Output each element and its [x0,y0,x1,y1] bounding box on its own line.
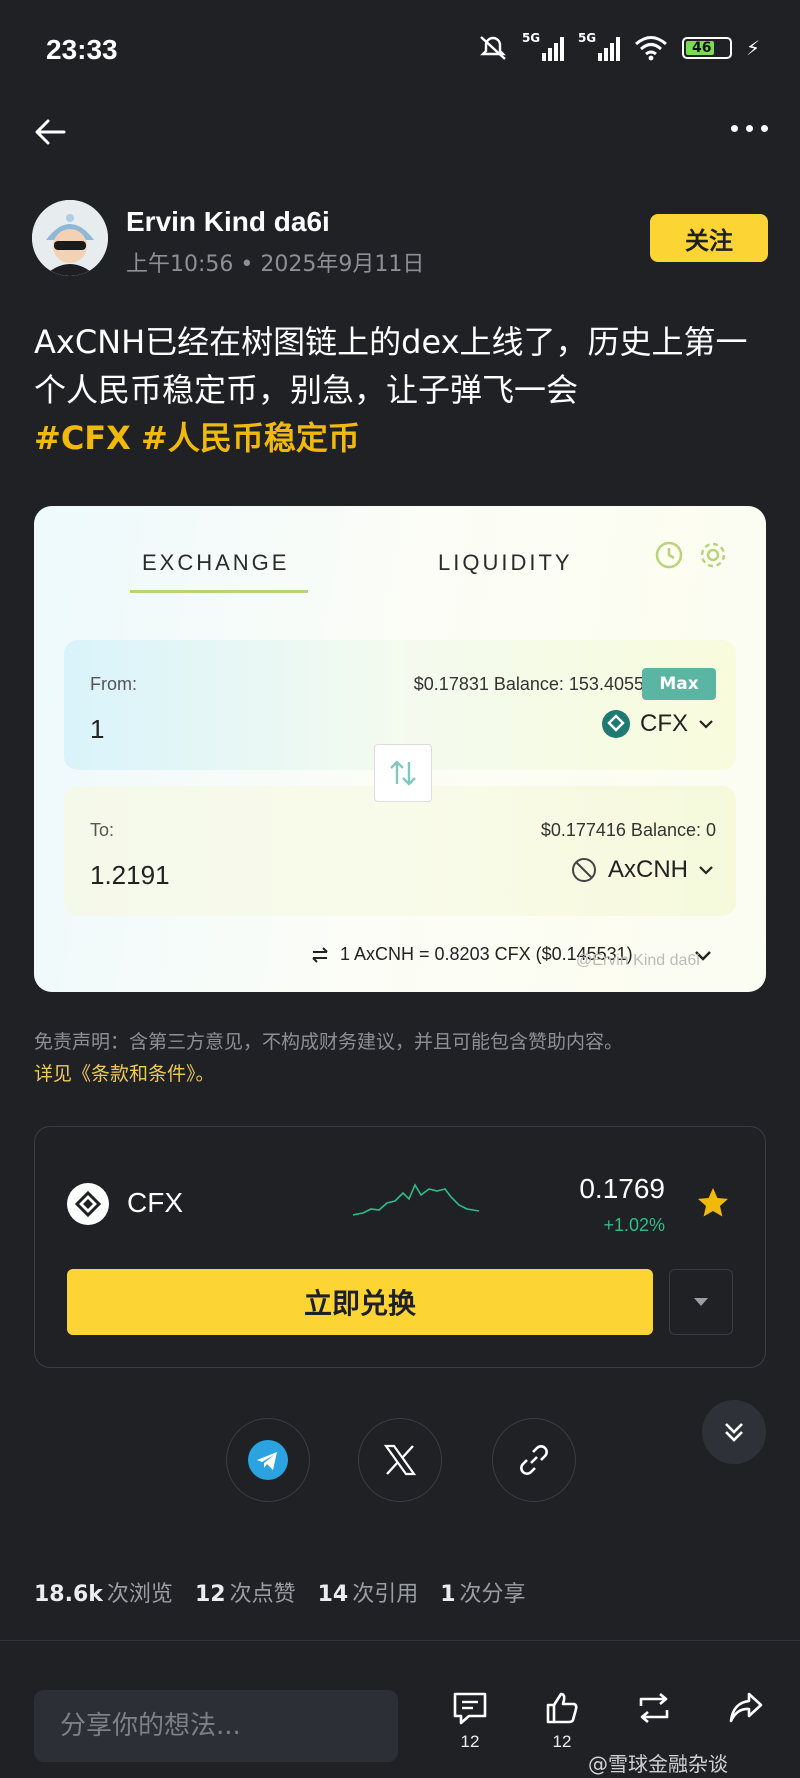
follow-button[interactable]: 关注 [650,214,768,262]
share-telegram-button[interactable] [226,1418,310,1502]
tab-liquidity: LIQUIDITY [438,550,573,575]
max-button: Max [642,668,716,700]
double-chevron-down-icon [725,1423,743,1442]
swap-horizontal-icon [312,946,328,963]
signal-5g-icon-2: 5G [578,31,620,61]
post-image-swap-widget[interactable]: EXCHANGE LIQUIDITY From: $0.17831 Balanc… [34,506,766,992]
thumbs-up-icon [546,1692,578,1724]
active-tab-indicator [130,590,308,593]
to-balance: $0.177416 Balance: 0 [540,820,716,840]
image-watermark: @Ervin Kind da6i [576,952,700,969]
repost-button[interactable] [624,1690,684,1726]
cfx-logo-icon [67,1183,109,1225]
chevron-down-icon [699,866,713,875]
screenshot-watermark: @雪球金融杂谈 [588,1752,728,1776]
comment-count: 12 [460,1732,480,1751]
terms-link[interactable]: 详见《条款和条件》。 [34,1063,215,1085]
no-logo-icon [571,858,596,882]
copy-link-button[interactable] [492,1418,576,1502]
chevron-down-icon [699,720,713,729]
stat-views: 18.6k 次浏览 [34,1582,173,1607]
hashtag-rmb-stablecoin[interactable]: #人民币稳定币 [141,419,360,457]
back-button[interactable] [30,110,74,154]
status-bar: 23:33 5G 5G 46 ⚡ [0,0,800,100]
from-balance: $0.17831 Balance: 153.40552 [413,674,654,694]
author-header: Ervin Kind da6i 上午10:56 • 2025年9月11日 关注 [32,200,772,280]
from-token-select: CFX [602,710,714,738]
comment-button[interactable]: 12 [440,1690,500,1752]
dot-icon [745,124,753,132]
telegram-icon [248,1440,288,1480]
dot-icon [730,124,738,132]
token-name[interactable]: CFX [127,1187,183,1219]
swap-now-button[interactable]: 立即兑换 [67,1269,653,1335]
nav-bar [0,100,800,170]
price-change: +1.02% [603,1215,665,1235]
more-options-button[interactable] [724,118,774,138]
arrow-left-icon [35,119,66,145]
link-icon [520,1445,548,1475]
share-button[interactable] [716,1690,776,1726]
share-x-button[interactable] [358,1418,442,1502]
from-label: From: [90,674,137,694]
scroll-down-button[interactable] [702,1400,766,1464]
mute-alarm-icon [480,36,506,60]
battery-icon: 46 [681,37,732,59]
trade-options-dropdown[interactable] [669,1269,733,1335]
divider [0,1640,800,1641]
swap-direction-button [374,744,432,802]
like-button[interactable]: 12 [532,1690,592,1752]
post-stats: 18.6k 次浏览 12 次点赞 14 次引用 1 次分享 [34,1576,526,1608]
repost-icon [639,1693,669,1723]
stat-quotes: 14 次引用 [317,1582,419,1607]
post-text: AxCNH已经在树图链上的dex上线了，历史上第一个人民币稳定币，别急，让子弹飞… [34,323,748,409]
comment-icon [453,1692,487,1725]
to-token-select: AxCNH [570,856,714,884]
stat-likes: 12 次点赞 [194,1582,296,1607]
post-timestamp: 上午10:56 • 2025年9月11日 [126,252,425,277]
comment-input[interactable] [34,1690,398,1762]
stat-shares: 1 次分享 [440,1582,526,1607]
to-label: To: [90,820,115,840]
star-icon[interactable] [695,1185,731,1221]
token-price: 0.1769 [579,1173,665,1204]
status-icons: 5G 5G 46 ⚡ [478,31,760,62]
author-name[interactable]: Ervin Kind da6i [126,206,330,238]
to-amount: 1.2191 [90,860,170,890]
share-arrow-icon [729,1692,763,1723]
dot-icon [760,124,768,132]
gear-icon [700,542,726,568]
disclaimer: 免责声明：含第三方意见，不构成财务建议，并且可能包含赞助内容。 详见《条款和条件… [34,1026,774,1090]
signal-5g-icon: 5G [522,31,564,61]
token-card: CFX 0.1769 +1.02% 立即兑换 [34,1126,766,1368]
price-sparkline [353,1183,479,1216]
cfx-token-icon [602,710,630,738]
charging-icon: ⚡ [745,36,760,60]
wifi-icon [634,36,667,61]
history-icon [655,541,683,569]
swap-arrows-icon [390,760,416,786]
from-amount: 1 [90,714,105,744]
avatar-image [32,200,108,276]
status-time: 23:33 [46,34,118,65]
tab-exchange: EXCHANGE [142,550,290,575]
post-body: AxCNH已经在树图链上的dex上线了，历史上第一个人民币稳定币，别急，让子弹飞… [34,318,774,462]
hashtag-cfx[interactable]: #CFX [34,419,131,457]
like-count: 12 [552,1732,572,1751]
avatar[interactable] [32,200,108,276]
to-panel: To: $0.177416 Balance: 0 1.2191 AxCNH [64,786,736,916]
disclaimer-text: 免责声明：含第三方意见，不构成财务建议，并且可能包含赞助内容。 [34,1031,624,1053]
x-logo-icon [383,1444,417,1476]
caret-down-icon [694,1298,708,1306]
bottom-action-bar: 12 12 @雪球金融杂谈 [0,1668,800,1778]
